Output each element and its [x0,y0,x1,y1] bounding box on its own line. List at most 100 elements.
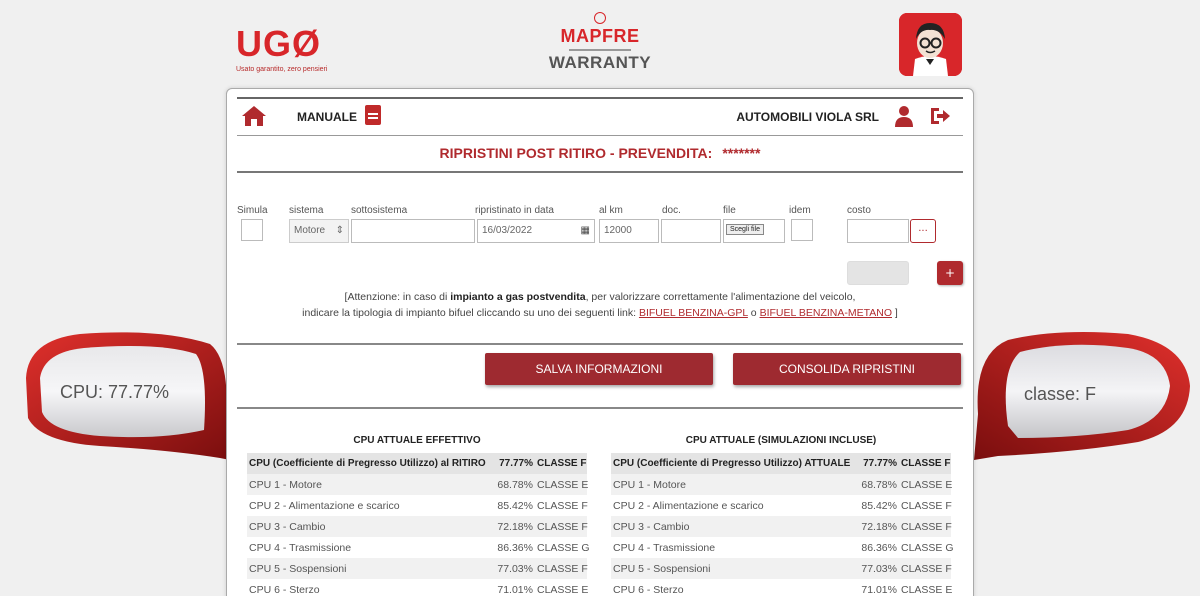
cell: CPU 1 - Motore [249,478,322,491]
cell: 68.78% [497,478,533,491]
cell: 71.01% [497,583,533,596]
cell: CPU 5 - Sospensioni [249,562,347,575]
mascot-icon [899,13,962,76]
total-field [847,261,909,285]
cell: 71.01% [861,583,897,596]
km-value: 12000 [604,225,632,236]
cell: 85.42% [861,499,897,512]
notice-line2: indicare la tipologia di impianto bifuel… [302,307,639,319]
home-icon[interactable] [241,105,267,127]
cell: CLASSE G [901,541,954,554]
ugo-logo-text: UGØ [236,23,322,64]
table-row: CPU 1 - Motore 68.78% CLASSE E [247,474,589,495]
logout-icon[interactable] [929,105,951,127]
notice-or: o [747,307,760,319]
table-row: CPU 1 - Motore 68.78% CLASSE E [611,474,953,495]
cell: 72.18% [861,520,897,533]
table-row: CPU 5 - Sospensioni 77.03% CLASSE F [247,558,588,579]
save-info-button[interactable]: SALVA INFORMAZIONI [485,353,713,385]
sottosistema-input[interactable] [351,219,475,243]
cell: CLASSE G [537,541,590,554]
cell: CLASSE E [537,478,589,491]
table-title: CPU ATTUALE EFFETTIVO [353,435,481,446]
page-title-text: RIPRISTINI POST RITIRO - PREVENDITA: [439,145,713,161]
cell: CPU 3 - Cambio [249,520,326,533]
cell: CPU 6 - Sterzo [613,583,684,596]
add-row-button[interactable]: + [937,261,963,285]
cell: CPU 4 - Trasmissione [613,541,716,554]
cell: 77.77% [863,458,897,469]
notice-bold: impianto a gas postvendita [450,291,586,303]
company-name: AUTOMOBILI VIOLA SRL [736,110,879,124]
right-mirror-class: classe: F [1024,384,1097,404]
km-input[interactable]: 12000 [599,219,659,243]
cell: CPU 3 - Cambio [613,520,690,533]
cell: CLASSE E [901,478,953,491]
doc-input[interactable] [661,219,721,243]
label-doc: doc. [662,205,681,216]
sistema-select[interactable]: Motore ⇕ [289,219,349,243]
label-idem: idem [789,205,811,216]
idem-checkbox[interactable] [791,219,813,241]
notice-mid: , per valorizzare correttamente l'alimen… [585,291,856,303]
bifuel-gpl-link[interactable]: BIFUEL BENZINA-GPL [639,307,748,319]
cell: 86.36% [861,541,897,554]
manual-link[interactable]: MANUALE [297,110,357,124]
cpu-effective-table: CPU ATTUALE EFFETTIVO CPU (Coefficiente … [247,435,590,596]
cell: CLASSE E [901,583,953,596]
cell: 85.42% [497,499,533,512]
calendar-icon[interactable]: ▦ [581,225,590,236]
right-mirror: classe: F [968,330,1198,460]
cell: 77.03% [497,562,533,575]
date-input[interactable]: 16/03/2022 ▦ [477,219,595,243]
label-km: al km [599,205,623,216]
label-simula: Simula [237,205,268,216]
mapfre-logo-text: MAPFRE [560,26,640,46]
plate-masked: ******* [722,145,761,161]
table-row: CPU 2 - Alimentazione e scarico 85.42% CLA… [611,495,952,516]
notice-text: [Attenzione: in caso di impianto a gas p… [247,289,953,321]
cell: CPU 2 - Alimentazione e scarico [613,499,764,512]
ugo-logo: UGØ Usato garantito, zero pensieri [236,23,328,74]
more-options-button[interactable]: ... [910,219,936,243]
select-arrows-icon: ⇕ [335,225,344,236]
nav-divider [237,135,963,136]
cpu-simulated-table: CPU ATTUALE (SIMULAZIONI INCLUSE) CPU (C… [611,435,954,596]
ugo-tagline: Usato garantito, zero pensieri [236,66,328,73]
cell: CLASSE F [537,520,588,533]
file-input[interactable]: Scegli file [723,219,785,243]
label-sottosistema: sottosistema [351,205,408,216]
cell: CPU 1 - Motore [613,478,686,491]
top-divider [237,97,963,99]
mapfre-warranty-logo: MAPFRE WARRANTY [548,12,652,73]
label-ripristinato: ripristinato in data [475,205,554,216]
cell: 72.18% [497,520,533,533]
cell: CPU (Coefficiente di Pregresso Utilizzo)… [613,458,851,469]
label-file: file [723,205,736,216]
cell: CLASSE F [537,499,588,512]
mascot-avatar[interactable] [899,13,962,76]
cell: 68.78% [861,478,897,491]
consolidate-button[interactable]: CONSOLIDA RIPRISTINI [733,353,961,385]
main-panel: MANUALE AUTOMOBILI VIOLA SRL RIPRISTINI … [226,88,974,596]
notice-end: ] [892,307,898,319]
simula-checkbox[interactable] [241,219,263,241]
table-row: CPU 4 - Trasmissione 86.36% CLASSE G [611,537,954,558]
cell: CLASSE F [901,458,951,469]
cell: CLASSE F [901,499,952,512]
title-divider [237,171,963,173]
choose-file-button[interactable]: Scegli file [726,224,764,235]
table-row: CPU 5 - Sospensioni 77.03% CLASSE F [611,558,952,579]
manual-icon[interactable] [365,105,381,125]
table-row: CPU 3 - Cambio 72.18% CLASSE F [611,516,952,537]
cell: CPU (Coefficiente di Pregresso Utilizzo)… [249,458,486,469]
cell: CLASSE F [537,562,588,575]
costo-input[interactable] [847,219,909,243]
cell: CLASSE F [901,520,952,533]
table-row: CPU 6 - Sterzo 71.01% CLASSE E [611,579,953,596]
user-icon[interactable] [895,105,913,127]
bifuel-metano-link[interactable]: BIFUEL BENZINA-METANO [760,307,892,319]
sistema-value: Motore [294,225,326,236]
form-divider [237,343,963,345]
cell: 77.77% [499,458,533,469]
